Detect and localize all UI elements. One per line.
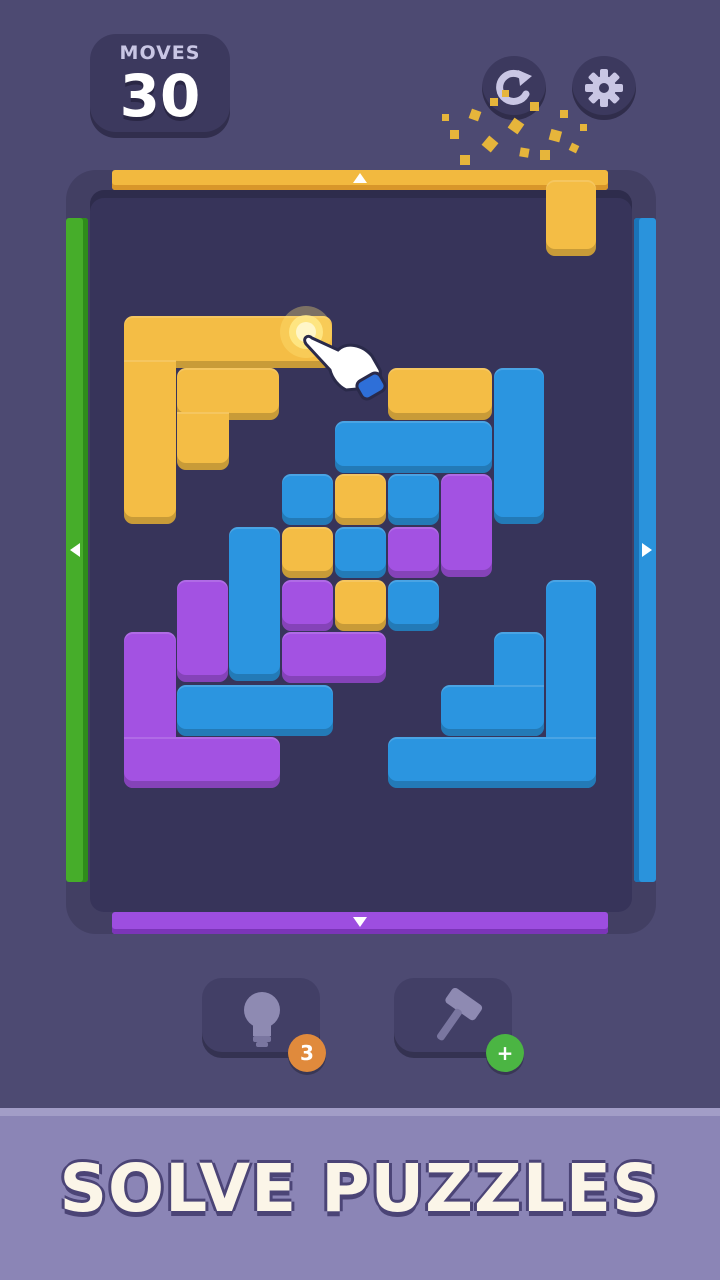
yellow-l-block-stem[interactable]	[124, 360, 176, 524]
hammer-button[interactable]: +	[394, 978, 524, 1072]
hammer-icon	[436, 987, 483, 1041]
blue-tall-block[interactable]	[229, 527, 280, 681]
yellow-bar-block[interactable]	[388, 368, 492, 420]
purple-horizontal-block[interactable]	[282, 632, 386, 683]
purple-cell-block[interactable]	[388, 527, 439, 578]
exiting-yellow-block	[546, 180, 596, 256]
arrow-left-icon	[70, 543, 80, 557]
add-hammer-badge[interactable]: +	[486, 1034, 524, 1072]
purple-vertical-block[interactable]	[177, 580, 228, 682]
moves-value: 30	[119, 62, 201, 130]
blue-small-l-block[interactable]	[441, 685, 544, 736]
tap-hand-icon	[280, 306, 387, 401]
blue-cell-block[interactable]	[335, 527, 386, 578]
promo-banner: SOLVE PUZZLES	[0, 1108, 720, 1280]
lightbulb-icon	[244, 992, 280, 1047]
yellow-small-l-stem[interactable]	[177, 412, 229, 470]
blue-vertical-block[interactable]	[494, 368, 544, 524]
blue-cell-block[interactable]	[388, 580, 439, 631]
yellow-cell-block[interactable]	[335, 474, 386, 525]
blue-l-block[interactable]	[388, 737, 596, 788]
yellow-cell-block[interactable]	[335, 580, 386, 631]
moves-label: MOVES	[119, 42, 201, 64]
yellow-cell-block[interactable]	[282, 527, 333, 578]
purple-cell-block[interactable]	[282, 580, 333, 631]
arrow-up-icon	[353, 173, 367, 183]
hint-count-badge: 3	[288, 1034, 326, 1072]
blue-cell-block[interactable]	[388, 474, 439, 525]
banner-title: SOLVE PUZZLES	[59, 1150, 661, 1227]
hint-button[interactable]: 3	[202, 978, 326, 1072]
moves-counter: MOVES 30	[90, 34, 230, 138]
blue-horizontal-block[interactable]	[335, 421, 492, 473]
purple-l-block[interactable]	[124, 737, 280, 788]
blue-cell-block[interactable]	[282, 474, 333, 525]
purple-vertical-block[interactable]	[441, 474, 492, 577]
blue-horizontal-block[interactable]	[177, 685, 333, 736]
arrow-right-icon	[642, 543, 652, 557]
arrow-down-icon	[353, 917, 367, 927]
